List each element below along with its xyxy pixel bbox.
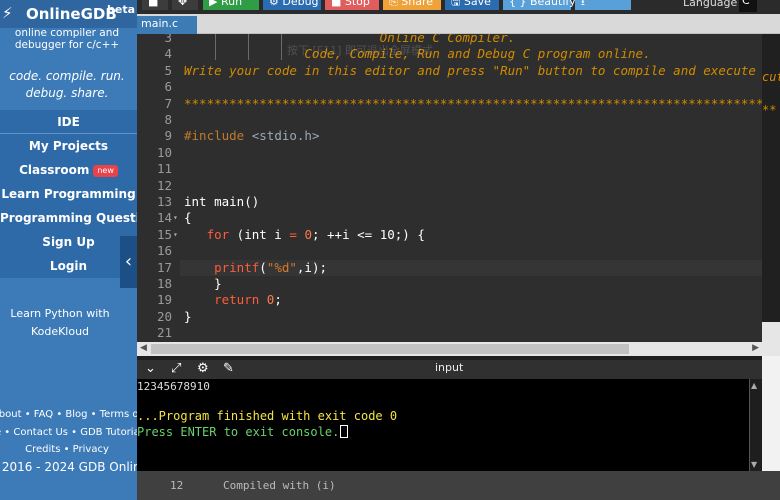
motto: code. compile. run. debug. share. bbox=[9, 69, 125, 100]
console-output[interactable]: 12345678910 ...Program finished with exi… bbox=[137, 379, 749, 479]
press-enter-text: Press ENTER to exit console. bbox=[137, 425, 340, 439]
file-tabs: main.c bbox=[137, 14, 780, 34]
download-button[interactable]: ⭳ bbox=[575, 0, 631, 10]
line-number: 10 bbox=[156, 144, 172, 160]
code-line[interactable]: for (int i = 0; ++i <= 10;) { bbox=[184, 227, 425, 243]
code-editor[interactable]: 3 4 5 6 7 8 9 10 11 12 13 14 ▾ 15 ▾ 16 17 18 19 20 21 Online… bbox=[137, 34, 762, 342]
press-enter-prompt: Press ENTER to exit console. bbox=[137, 424, 349, 440]
gear-icon[interactable]: ⚙ bbox=[197, 361, 209, 376]
exit-status: ...Program finished with exit code 0 bbox=[137, 409, 398, 423]
line-number: 7 bbox=[164, 95, 172, 111]
beautify-button[interactable]: { } Beautify bbox=[503, 0, 576, 10]
copyright: © 2016 - 2024 GDB Online bbox=[0, 459, 137, 474]
footer: About • FAQ • Blog • Terms of Use • Cont… bbox=[0, 406, 137, 476]
code-line[interactable]: Write your code in this editor and press… bbox=[184, 63, 762, 79]
expand-icon[interactable]: ⤢ bbox=[171, 361, 181, 376]
line-number: 21 bbox=[156, 325, 172, 341]
program-output: 12345678910 bbox=[137, 380, 210, 393]
nav-item-sign-up[interactable]: Sign Up bbox=[0, 230, 137, 254]
line-gutter: 3 4 5 6 7 8 9 10 11 12 13 14 ▾ 15 ▾ 16 17 18 19 20 21 bbox=[137, 34, 180, 342]
nav-item-classroom-label: Classroom bbox=[19, 163, 90, 177]
tagline: online compiler and debugger for c/c++ bbox=[14, 27, 120, 51]
sidebar: ⚡ OnlineGDB beta online compiler and deb… bbox=[0, 0, 137, 500]
line-number: 4 bbox=[164, 46, 172, 62]
line-number: 14 bbox=[156, 210, 172, 226]
language-select[interactable]: C bbox=[739, 0, 757, 12]
line-number: 19 bbox=[156, 292, 172, 308]
code-line[interactable]: return 0; bbox=[184, 292, 282, 308]
nav-item-my-projects[interactable]: My Projects bbox=[0, 134, 137, 158]
scrollbar-thumb[interactable] bbox=[151, 344, 629, 354]
clear-icon[interactable]: ✎ bbox=[223, 361, 234, 376]
scrollbar-corner bbox=[762, 322, 780, 356]
beta-label: beta bbox=[107, 3, 136, 16]
console-scrollbar[interactable]: ▲ ▼ bbox=[749, 379, 762, 471]
stop-button[interactable]: ■ Stop bbox=[325, 0, 379, 10]
nav-menu: IDE My Projects Classroom new Learn Progr… bbox=[0, 110, 137, 278]
code-line[interactable]: { bbox=[184, 210, 192, 226]
overflow-text: cut bbox=[762, 70, 780, 84]
line-number: 9 bbox=[164, 128, 172, 144]
editor-horizontal-scrollbar[interactable]: ◀ ▶ bbox=[137, 342, 762, 356]
nav-item-ide[interactable]: IDE bbox=[0, 110, 137, 134]
line-number: 15 bbox=[156, 226, 172, 242]
code-line[interactable]: } bbox=[184, 276, 222, 292]
line-number: 17 bbox=[156, 259, 172, 275]
scroll-up-icon[interactable]: ▲ bbox=[751, 381, 757, 390]
console-header: ⌄ ⤢ ⚙ ✎ input bbox=[137, 360, 762, 379]
line-number: 13 bbox=[156, 194, 172, 209]
collapse-sidebar-button[interactable]: ‹ bbox=[120, 236, 137, 288]
run-button[interactable]: ▶ Run bbox=[203, 0, 259, 10]
code-line[interactable]: } bbox=[184, 309, 192, 325]
line-number: 8 bbox=[164, 112, 172, 127]
line-number: 20 bbox=[156, 308, 172, 324]
scroll-left-icon[interactable]: ◀ bbox=[140, 343, 147, 353]
line-number: 5 bbox=[164, 62, 172, 78]
code-line[interactable]: #include <stdio.h> bbox=[184, 128, 319, 144]
new-badge: new bbox=[93, 165, 118, 177]
line-number: 6 bbox=[164, 79, 172, 95]
bottom-partial-text: 12 Compiled with (i) bbox=[170, 479, 336, 492]
save-button[interactable]: 🖫 Save bbox=[445, 0, 499, 10]
tab-main-c[interactable]: main.c bbox=[137, 16, 197, 34]
fullscreen-hint: 按下 [F11] 即可退出全屏模式 bbox=[287, 44, 433, 57]
overflow-text: ** bbox=[762, 103, 777, 117]
scroll-down-icon[interactable]: ▼ bbox=[751, 460, 757, 469]
chevron-down-icon[interactable]: ⌄ bbox=[145, 361, 156, 376]
line-number: 16 bbox=[156, 243, 172, 259]
code-line[interactable]: printf("%d",i); bbox=[184, 260, 327, 276]
logo-text[interactable]: OnlineGDB bbox=[26, 5, 117, 23]
nav-item-programming-questions[interactable]: Programming Questions bbox=[0, 206, 137, 230]
code-line[interactable]: ****************************************… bbox=[184, 96, 762, 112]
file-button[interactable]: ■ bbox=[142, 0, 168, 10]
logo-bar[interactable]: ⚡ OnlineGDB beta bbox=[0, 0, 137, 28]
line-number: 3 bbox=[164, 34, 172, 45]
promo-link[interactable]: Learn Python with KodeKloud bbox=[0, 305, 120, 341]
line-number: 11 bbox=[156, 161, 172, 177]
input-label[interactable]: input bbox=[435, 361, 463, 374]
console-cursor bbox=[340, 425, 349, 438]
share-button[interactable]: ⎘ Share bbox=[383, 0, 441, 10]
lightning-icon: ⚡ bbox=[2, 4, 13, 22]
nav-item-classroom[interactable]: Classroom new bbox=[0, 158, 137, 182]
fold-toggle-icon[interactable]: ▾ bbox=[173, 230, 178, 239]
language-label: Language bbox=[683, 0, 738, 9]
code-line[interactable]: int main() bbox=[184, 194, 259, 210]
line-number: 18 bbox=[156, 276, 172, 291]
debug-button[interactable]: ⚙ Debug bbox=[263, 0, 321, 10]
line-number: 12 bbox=[156, 177, 172, 193]
scroll-right-icon[interactable]: ▶ bbox=[752, 343, 759, 353]
nav-item-learn-programming[interactable]: Learn Programming bbox=[0, 182, 137, 206]
fold-toggle-icon[interactable]: ▾ bbox=[173, 213, 178, 222]
footer-links[interactable]: About • FAQ • Blog • Terms of Use • Cont… bbox=[0, 406, 137, 459]
move-icon[interactable]: ✥ bbox=[172, 0, 198, 10]
nav-item-login[interactable]: Login bbox=[0, 254, 137, 278]
toolbar: ■ ✥ ▶ Run ⚙ Debug ■ Stop ⎘ Share 🖫 Save … bbox=[137, 0, 780, 14]
